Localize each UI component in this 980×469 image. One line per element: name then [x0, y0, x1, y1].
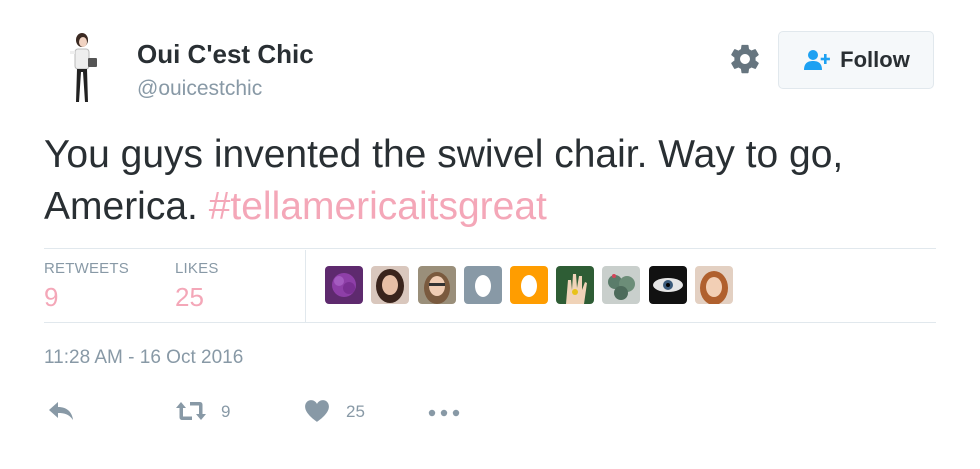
likes-label[interactable]: LIKES	[175, 260, 219, 277]
stats-bottom-divider	[44, 322, 936, 323]
follow-button[interactable]: Follow	[778, 31, 934, 89]
redhead-woman-avatar[interactable]	[695, 266, 733, 304]
tweet-hashtag-link[interactable]: #tellamericaitsgreat	[209, 185, 547, 228]
tweet-timestamp[interactable]: 11:28 AM - 16 Oct 2016	[44, 347, 243, 369]
egg-avatar[interactable]	[464, 266, 502, 304]
retweets-count[interactable]: 9	[44, 282, 58, 313]
tweet-text: You guys invented the swivel chair. Way …	[44, 129, 944, 233]
reply-icon[interactable]	[47, 400, 75, 427]
user-display-name[interactable]: Oui C'est Chic	[137, 39, 314, 70]
cactus-avatar[interactable]	[602, 266, 640, 304]
user-avatar[interactable]	[66, 32, 102, 106]
woman-avatar[interactable]	[371, 266, 409, 304]
retweets-label[interactable]: RETWEETS	[44, 260, 129, 277]
egg-avatar[interactable]	[510, 266, 548, 304]
woman-glasses-avatar[interactable]	[418, 266, 456, 304]
retweet-icon[interactable]	[175, 400, 207, 427]
more-options-icon[interactable]	[428, 405, 460, 423]
follow-user-icon	[802, 49, 832, 71]
eye-avatar[interactable]	[649, 266, 687, 304]
retweet-count[interactable]: 9	[221, 402, 230, 422]
follow-button-label: Follow	[840, 47, 910, 72]
gear-icon[interactable]	[728, 42, 762, 76]
likes-count[interactable]: 25	[175, 282, 204, 313]
like-count[interactable]: 25	[346, 402, 365, 422]
hand-avatar[interactable]	[556, 266, 594, 304]
purple-flower-avatar[interactable]	[325, 266, 363, 304]
heart-icon[interactable]	[304, 399, 330, 428]
stats-vertical-divider	[305, 250, 306, 322]
user-handle[interactable]: @ouicestchic	[137, 77, 262, 101]
stats-top-divider	[44, 248, 936, 249]
